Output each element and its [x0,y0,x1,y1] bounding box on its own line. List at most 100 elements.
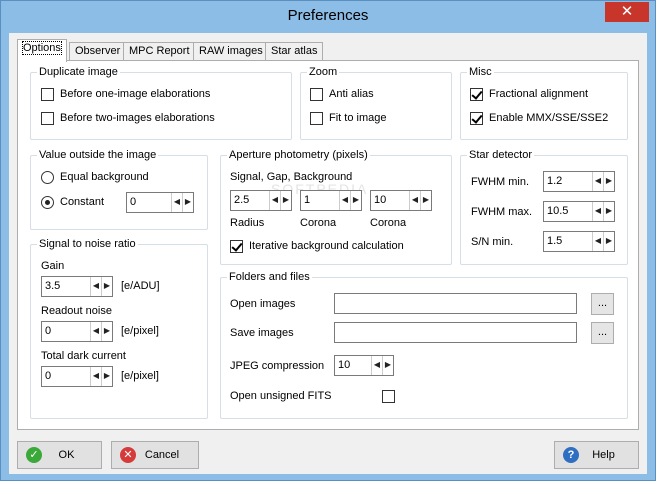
group-title: Folders and files [227,271,312,283]
tab-observer[interactable]: Observer [69,42,127,61]
help-label: Help [592,449,615,461]
spin-left-icon[interactable]: ◀ [171,193,182,212]
group-title: Value outside the image [37,149,159,161]
spin-left-icon[interactable]: ◀ [90,277,101,296]
star-detector-group: Star detector FWHM min. 1.2 ◀ ▶ FWHM max.… [460,149,628,265]
ok-label: OK [58,449,75,461]
dark-current-spinner[interactable]: 0 ◀ ▶ [41,366,113,387]
before-two-images-checkbox[interactable] [41,112,54,125]
constant-label: Constant [60,196,105,208]
sn-min-value: 1.5 [547,235,563,247]
anti-alias-label: Anti alias [329,88,374,100]
group-title: Zoom [307,66,340,78]
spin-left-icon[interactable]: ◀ [269,191,280,210]
fwhm-min-label: FWHM min. [471,176,530,188]
fractional-alignment-checkbox[interactable] [470,88,483,101]
jpeg-compression-label: JPEG compression [230,360,325,372]
misc-group: Misc Fractional alignment Enable MMX/SSE… [460,66,628,140]
spin-left-icon[interactable]: ◀ [409,191,420,210]
spin-right-icon[interactable]: ▶ [182,193,193,212]
preferences-window: Preferences ✕ Options Observer MPC Repor… [0,0,656,481]
equal-background-label: Equal background [60,171,149,183]
open-images-input[interactable] [334,293,577,314]
enable-mmx-label: Enable MMX/SSE/SSE2 [489,112,609,124]
spin-right-icon[interactable]: ▶ [382,356,393,375]
tab-options[interactable]: Options [17,39,67,62]
spin-right-icon[interactable]: ▶ [101,367,112,386]
constant-radio[interactable] [41,196,54,209]
spin-right-icon[interactable]: ▶ [350,191,361,210]
dark-current-label: Total dark current [41,350,126,362]
zoom-group: Zoom Anti alias Fit to image [300,66,452,140]
title-bar: Preferences ✕ [1,1,655,33]
tab-mpc-report[interactable]: MPC Report [123,42,196,61]
radius-spinner[interactable]: 2.5 ◀ ▶ [230,190,292,211]
signal-to-noise-group: Signal to noise ratio Gain 3.5 ◀ ▶ [e/ADU… [30,238,208,419]
spin-right-icon[interactable]: ▶ [101,277,112,296]
corona-gap-label: Corona [300,217,337,229]
options-panel: SOFTPEDIA Duplicate image Before one-ima… [17,60,639,430]
close-button[interactable]: ✕ [605,2,649,22]
open-unsigned-fits-label: Open unsigned FITS [230,390,332,402]
group-title: Star detector [467,149,534,161]
tab-raw-images[interactable]: RAW images [193,42,269,61]
spin-left-icon[interactable]: ◀ [592,232,603,251]
jpeg-compression-spinner[interactable]: 10 ◀ ▶ [334,355,394,376]
readout-noise-spinner[interactable]: 0 ◀ ▶ [41,321,113,342]
corona-background-label: Corona [370,217,407,229]
cancel-button[interactable]: ✕ Cancel [111,441,199,469]
gain-label: Gain [41,260,65,272]
enable-mmx-checkbox[interactable] [470,112,483,125]
save-images-input[interactable] [334,322,577,343]
gain-value: 3.5 [45,280,61,292]
open-images-browse-button[interactable]: ... [591,293,614,315]
help-button[interactable]: ? Help [554,441,639,469]
fwhm-min-value: 1.2 [547,175,563,187]
equal-background-radio[interactable] [41,171,54,184]
anti-alias-checkbox[interactable] [310,88,323,101]
spin-right-icon[interactable]: ▶ [603,232,614,251]
before-one-image-checkbox[interactable] [41,88,54,101]
spin-right-icon[interactable]: ▶ [420,191,431,210]
dark-current-value: 0 [45,370,52,382]
group-title: Misc [467,66,494,78]
spin-right-icon[interactable]: ▶ [280,191,291,210]
iterative-background-checkbox[interactable] [230,240,243,253]
spin-left-icon[interactable]: ◀ [339,191,350,210]
before-two-images-label: Before two-images elaborations [60,112,215,124]
readout-noise-unit: [e/pixel] [121,325,159,337]
corona-gap-value: 1 [304,194,311,206]
spin-left-icon[interactable]: ◀ [90,322,101,341]
cancel-label: Cancel [144,449,180,461]
fwhm-max-spinner[interactable]: 10.5 ◀ ▶ [543,201,615,222]
sn-min-spinner[interactable]: 1.5 ◀ ▶ [543,231,615,252]
constant-spinner[interactable]: 0 ◀ ▶ [126,192,194,213]
iterative-background-label: Iterative background calculation [249,240,404,252]
dark-current-unit: [e/pixel] [121,370,159,382]
duplicate-image-group: Duplicate image Before one-image elabora… [30,66,292,140]
spin-right-icon[interactable]: ▶ [603,202,614,221]
corona-background-value: 10 [374,194,387,206]
corona-gap-spinner[interactable]: 1 ◀ ▶ [300,190,362,211]
fwhm-max-value: 10.5 [547,205,569,217]
aperture-photometry-group: Aperture photometry (pixels) Signal, Gap… [220,149,452,265]
spin-left-icon[interactable]: ◀ [90,367,101,386]
group-title: Duplicate image [37,66,120,78]
spin-right-icon[interactable]: ▶ [603,172,614,191]
save-images-browse-button[interactable]: ... [591,322,614,344]
radius-label: Radius [230,217,265,229]
spin-left-icon[interactable]: ◀ [592,172,603,191]
fit-to-image-checkbox[interactable] [310,112,323,125]
group-title: Signal to noise ratio [37,238,138,250]
open-unsigned-fits-checkbox[interactable] [382,390,395,403]
spin-left-icon[interactable]: ◀ [371,356,382,375]
spin-right-icon[interactable]: ▶ [101,322,112,341]
fwhm-min-spinner[interactable]: 1.2 ◀ ▶ [543,171,615,192]
readout-noise-value: 0 [45,325,52,337]
ok-button[interactable]: ✓ OK [17,441,102,469]
tab-star-atlas[interactable]: Star atlas [265,42,324,61]
corona-background-spinner[interactable]: 10 ◀ ▶ [370,190,432,211]
spin-left-icon[interactable]: ◀ [592,202,603,221]
aperture-subtitle: Signal, Gap, Background [230,171,353,183]
gain-spinner[interactable]: 3.5 ◀ ▶ [41,276,113,297]
